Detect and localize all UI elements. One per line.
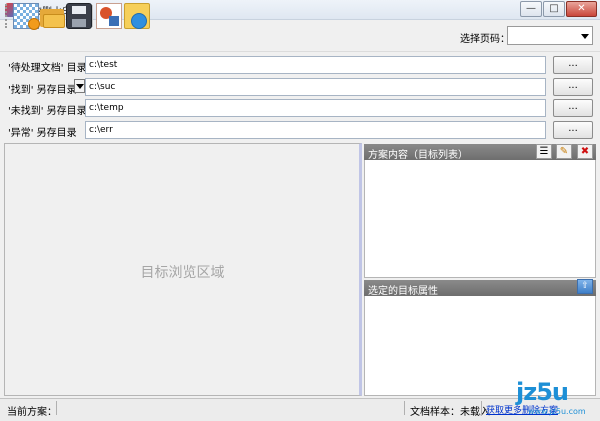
- site-watermark-logo: jz5u: [516, 378, 569, 406]
- list-icon[interactable]: ☰: [536, 144, 552, 159]
- close-button[interactable]: ✕: [566, 1, 597, 17]
- current-plan-label: 当前方案：: [7, 407, 57, 418]
- maximize-button[interactable]: □: [543, 1, 565, 17]
- found-dir-label: '找到' 另存目录: [8, 85, 77, 96]
- page-select-label: 选择页码：: [460, 34, 510, 45]
- notfound-dir-label: '未找到' 另存目录: [8, 106, 87, 117]
- found-dir-dropdown[interactable]: [74, 79, 85, 93]
- chevron-down-icon: [581, 34, 589, 39]
- folder-front: [43, 14, 65, 28]
- pending-dir-input[interactable]: c:\test: [85, 56, 546, 74]
- pending-dir-browse-button[interactable]: ...: [553, 56, 593, 74]
- found-dir-input[interactable]: c:\suc: [85, 78, 546, 96]
- status-divider: [56, 401, 57, 415]
- delete-icon[interactable]: ✖: [577, 144, 593, 159]
- new-project-icon[interactable]: [13, 3, 40, 30]
- error-dir-browse-button[interactable]: ...: [553, 121, 593, 139]
- notfound-dir-browse-button[interactable]: ...: [553, 99, 593, 117]
- chevron-down-icon: [76, 84, 84, 89]
- error-dir-label: '异常' 另存目录: [8, 128, 77, 139]
- toolbar-separator: [92, 5, 93, 27]
- notfound-dir-input[interactable]: c:\temp: [85, 99, 546, 117]
- pending-dir-label: '待处理文档' 目录*: [8, 59, 94, 74]
- preview-area[interactable]: 目标浏览区域: [4, 143, 362, 396]
- minimize-button[interactable]: —: [520, 1, 542, 17]
- toolbar-grip[interactable]: [5, 4, 9, 28]
- plan-target-list[interactable]: [364, 160, 596, 278]
- status-divider: [481, 401, 482, 415]
- page-select[interactable]: [507, 26, 593, 45]
- edit-icon[interactable]: ✎: [556, 144, 572, 159]
- preview-placeholder: 目标浏览区域: [140, 265, 225, 281]
- found-dir-browse-button[interactable]: ...: [553, 78, 593, 96]
- up-arrow-icon[interactable]: ⇧: [577, 279, 593, 294]
- doc-sample-status: 文档样本：未载入: [410, 407, 490, 418]
- save-icon[interactable]: [66, 3, 92, 29]
- status-divider: [404, 401, 405, 415]
- ppt-file-icon[interactable]: [96, 3, 122, 29]
- error-dir-input[interactable]: c:\err: [85, 121, 546, 139]
- site-watermark-url: www.jz5u.com: [528, 407, 586, 416]
- open-folder-icon[interactable]: [40, 3, 66, 29]
- run-batch-icon[interactable]: [124, 3, 150, 29]
- props-pane-header: 选定的目标属性: [364, 280, 596, 297]
